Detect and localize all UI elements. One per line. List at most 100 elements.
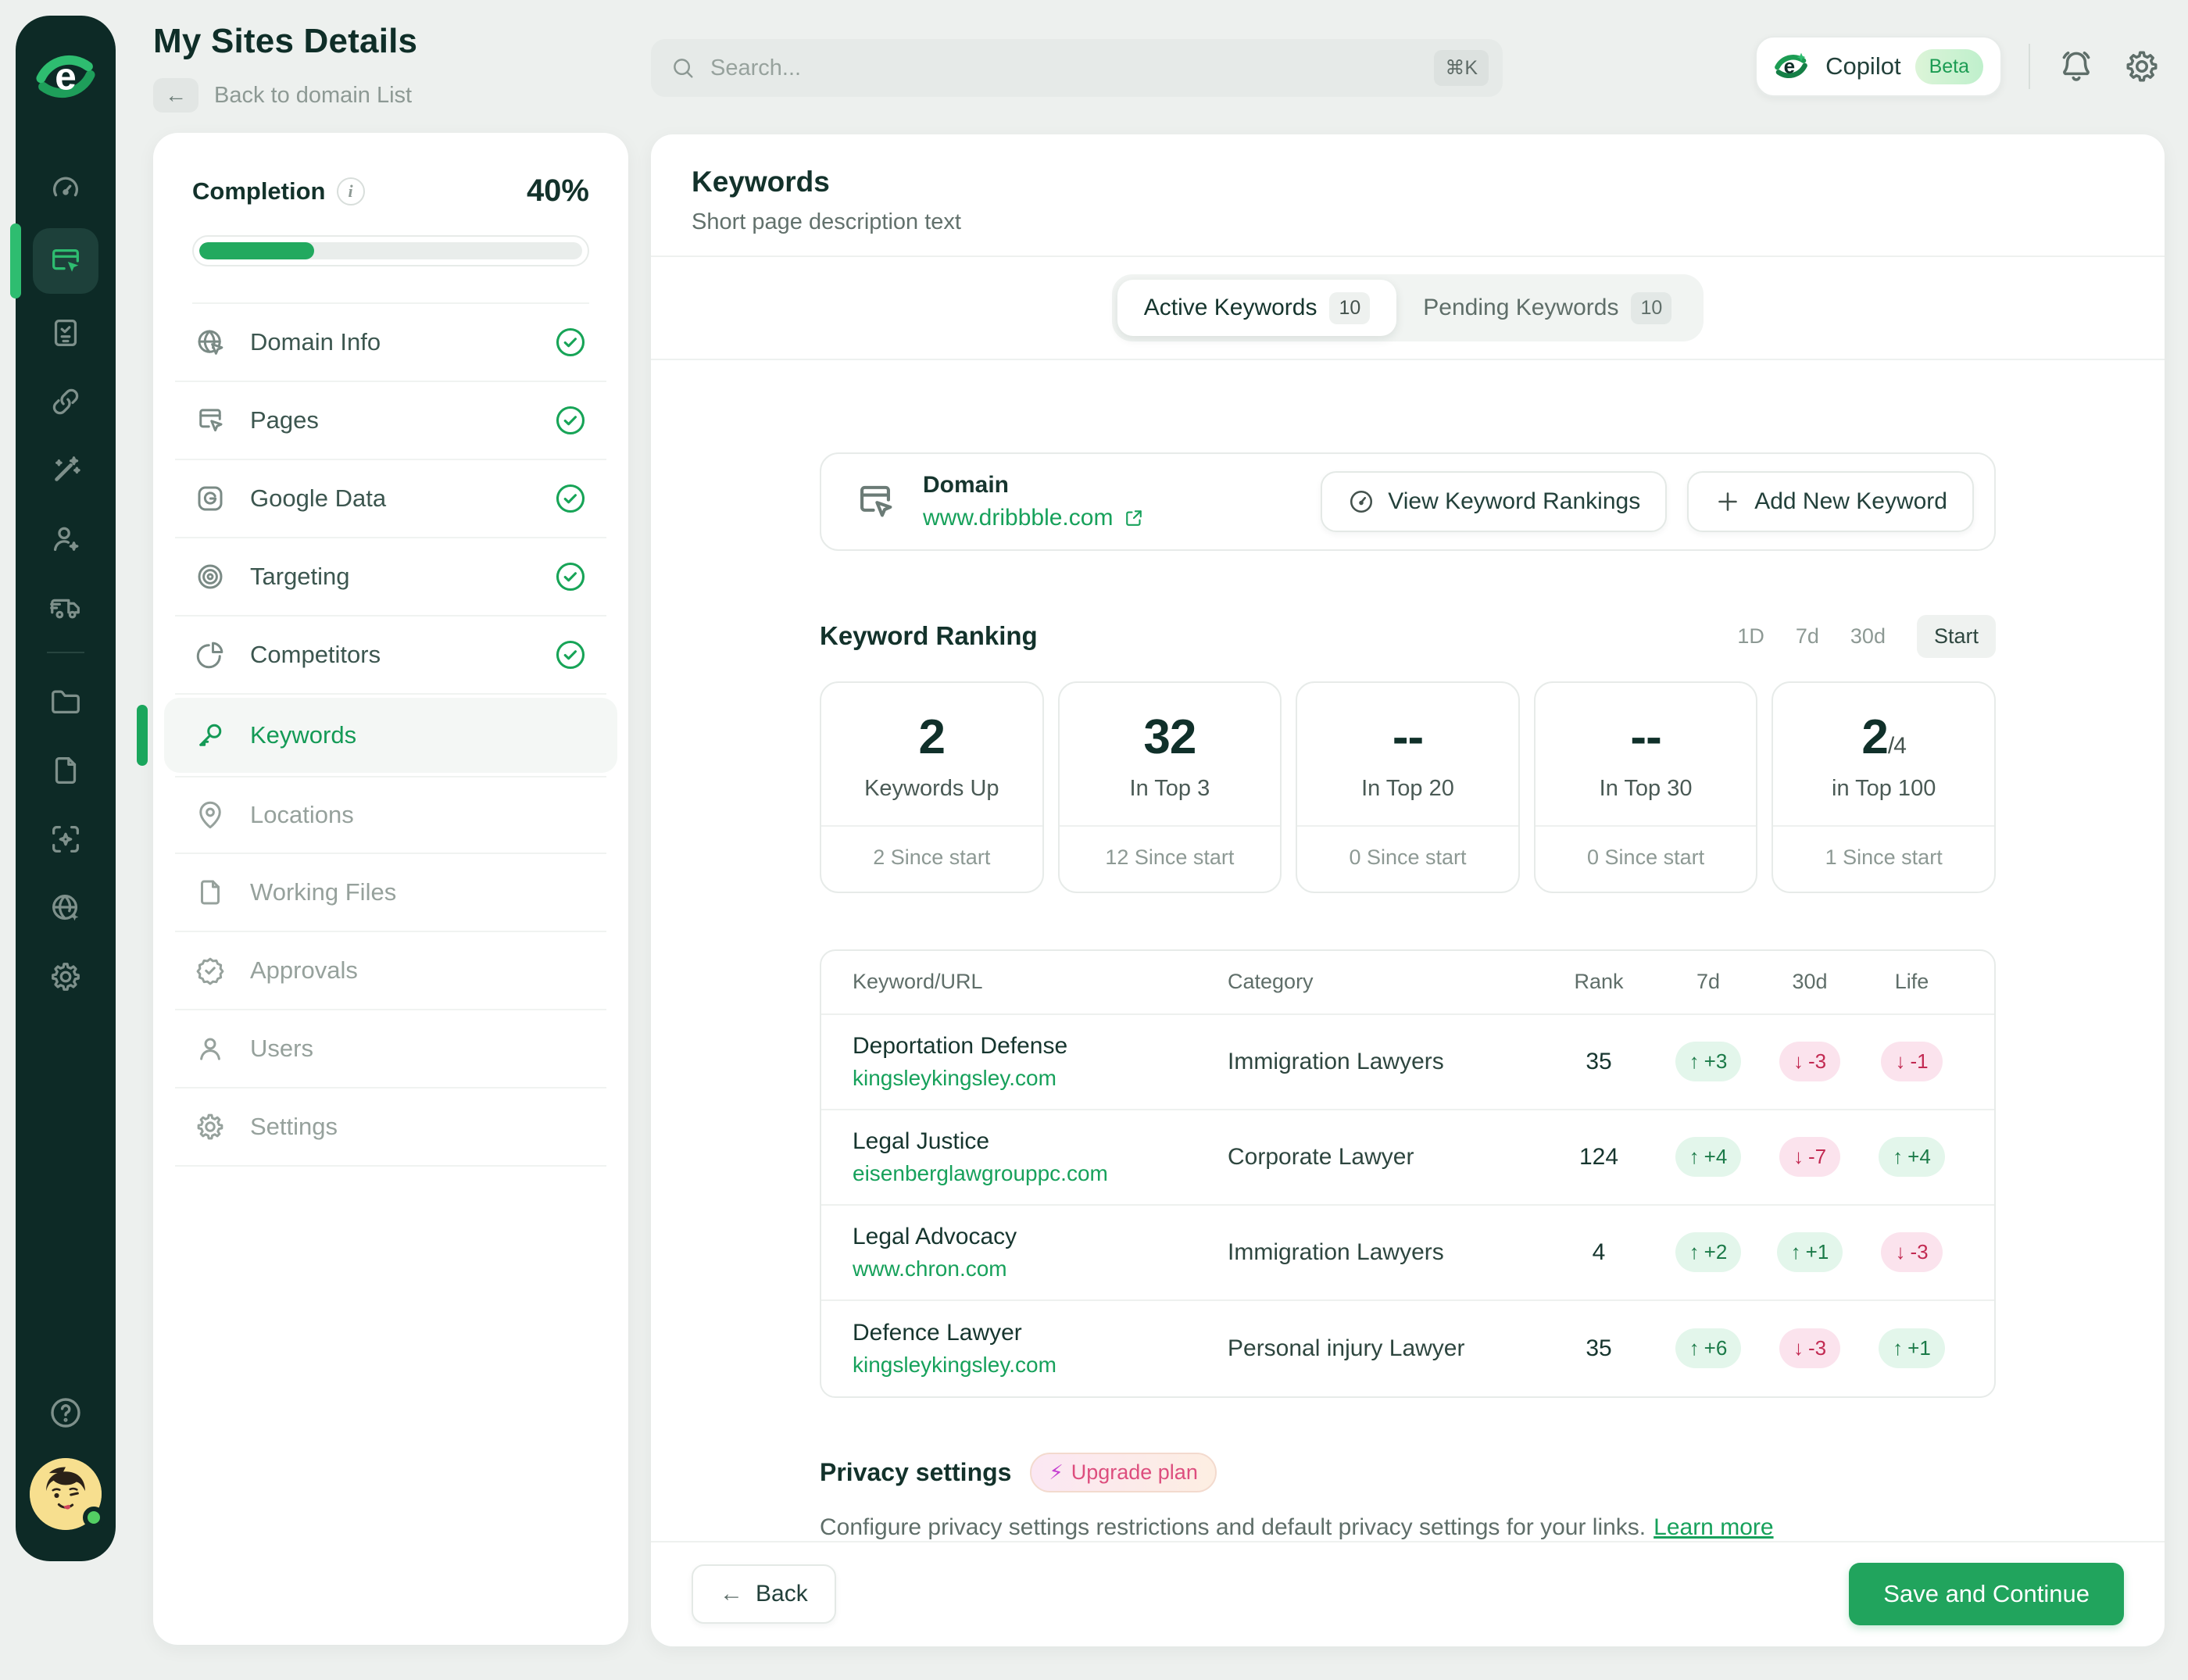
stat-in-top-20: -- In Top 20 0 Since start <box>1296 681 1520 893</box>
rail-item-add-user[interactable] <box>16 505 116 574</box>
section-subtitle: Short page description text <box>692 209 961 234</box>
rail-item-delivery[interactable] <box>16 574 116 642</box>
browser-cursor-icon <box>33 228 98 294</box>
file-icon <box>194 876 227 909</box>
search-icon <box>670 55 696 81</box>
tab-count-badge: 10 <box>1631 291 1672 324</box>
keyword-url-link[interactable]: kingsleykingsley.com <box>853 1353 1228 1378</box>
rail-item-web-ai[interactable] <box>16 874 116 942</box>
keywords-tabs: Active Keywords 10 Pending Keywords 10 <box>1111 274 1704 342</box>
view-keyword-rankings-button[interactable]: View Keyword Rankings <box>1321 470 1668 532</box>
gear-icon <box>2126 51 2158 82</box>
stat-in-top-30: -- In Top 30 0 Since start <box>1533 681 1758 893</box>
lightning-icon: ⚡ <box>1049 1460 1064 1484</box>
ranking-stats: 2 Keywords Up 2 Since start 32 In Top 3 … <box>820 681 1996 893</box>
trend-up-badge: +4 <box>1675 1137 1742 1178</box>
truck-icon <box>50 599 80 619</box>
scan-sparkle-icon <box>52 826 79 853</box>
global-search[interactable]: ⌘K <box>651 39 1503 97</box>
tab-pending-keywords[interactable]: Pending Keywords 10 <box>1396 280 1698 336</box>
sidebar-item-working-files[interactable]: Working Files <box>175 854 606 932</box>
save-and-continue-button[interactable]: Save and Continue <box>1849 1563 2124 1626</box>
back-button[interactable]: ← Back <box>692 1564 836 1625</box>
rail-active-indicator <box>10 223 21 298</box>
gauge-icon <box>1350 490 1373 513</box>
rail-item-sites[interactable] <box>10 223 116 298</box>
filter-30d[interactable]: 30d <box>1850 624 1886 649</box>
table-row[interactable]: Defence Lawyer kingsleykingsley.com Pers… <box>821 1301 1994 1396</box>
user-icon <box>194 1032 227 1065</box>
sidebar-item-targeting[interactable]: Targeting <box>175 538 606 617</box>
rail-item-magic-tools[interactable] <box>16 436 116 505</box>
app-rail: e <box>10 16 116 1561</box>
google-icon <box>194 482 227 515</box>
rail-item-tasks[interactable] <box>16 298 116 367</box>
page-title: My Sites Details <box>153 22 418 60</box>
keyword-url-link[interactable]: www.chron.com <box>853 1256 1228 1281</box>
stat-in-top-100: 2/4 in Top 100 1 Since start <box>1771 681 1996 893</box>
filter-start[interactable]: Start <box>1916 614 1996 658</box>
filter-1d[interactable]: 1D <box>1737 624 1764 649</box>
rail-item-dashboard[interactable] <box>16 155 116 223</box>
sidebar-item-pages[interactable]: Pages <box>175 382 606 460</box>
pie-chart-icon <box>194 638 227 671</box>
sidebar-item-keywords[interactable]: Keywords <box>137 698 617 773</box>
copilot-button[interactable]: e Copilot Beta <box>1755 36 2002 97</box>
check-circle-icon <box>553 559 588 594</box>
rail-item-settings[interactable] <box>16 942 116 1011</box>
stat-keywords-up: 2 Keywords Up 2 Since start <box>820 681 1044 893</box>
stat-in-top-3: 32 In Top 3 12 Since start <box>1057 681 1282 893</box>
keywords-table: Keyword/URL Category Rank 7d 30d Life De… <box>820 949 1996 1398</box>
help-button[interactable] <box>47 1394 84 1432</box>
settings-button[interactable] <box>2122 47 2161 86</box>
trend-up-badge: +1 <box>1776 1232 1843 1273</box>
notifications-button[interactable] <box>2057 47 2096 86</box>
add-new-keyword-button[interactable]: Add New Keyword <box>1687 470 1974 532</box>
key-icon <box>194 719 227 752</box>
privacy-settings-title: Privacy settings <box>820 1457 1012 1486</box>
gear-icon <box>52 963 80 991</box>
sidebar-item-locations[interactable]: Locations <box>175 776 606 854</box>
keyword-url-link[interactable]: eisenberglawgrouppc.com <box>853 1161 1228 1186</box>
site-setup-panel: Completion i 40% Domain Info Pages Googl… <box>137 133 628 1645</box>
svg-text:e: e <box>1784 55 1795 78</box>
browser-cursor-icon <box>853 479 898 524</box>
tab-active-keywords[interactable]: Active Keywords 10 <box>1117 280 1397 337</box>
trend-down-badge: -3 <box>1881 1232 1943 1273</box>
svg-text:e: e <box>55 55 77 98</box>
back-to-domain-list[interactable]: ← Back to domain List <box>153 78 417 113</box>
trend-up-badge: +4 <box>1879 1137 1945 1178</box>
copilot-label: Copilot <box>1825 52 1901 80</box>
header-divider <box>2029 44 2030 89</box>
user-avatar[interactable] <box>30 1458 105 1530</box>
sidebar-item-competitors[interactable]: Competitors <box>175 617 606 695</box>
upgrade-plan-badge[interactable]: ⚡ Upgrade plan <box>1030 1452 1217 1492</box>
sidebar-item-domain-info[interactable]: Domain Info <box>175 304 606 382</box>
table-row[interactable]: Legal Justice eisenberglawgrouppc.com Co… <box>821 1110 1994 1206</box>
search-input[interactable] <box>710 55 1421 81</box>
sidebar-item-users[interactable]: Users <box>175 1010 606 1088</box>
filter-7d[interactable]: 7d <box>1796 624 1819 649</box>
table-row[interactable]: Legal Advocacy www.chron.com Immigration… <box>821 1206 1994 1301</box>
app-logo-icon[interactable]: e <box>31 42 100 111</box>
badge-check-icon <box>194 954 227 987</box>
rail-item-folders[interactable] <box>16 667 116 736</box>
sidebar-item-google-data[interactable]: Google Data <box>175 460 606 538</box>
bell-icon <box>2062 51 2090 81</box>
sidebar-item-approvals[interactable]: Approvals <box>175 932 606 1010</box>
domain-url-link[interactable]: www.dribbble.com <box>923 505 1146 531</box>
trend-up-badge: +1 <box>1879 1328 1945 1369</box>
map-pin-icon <box>194 799 227 831</box>
keyword-url-link[interactable]: kingsleykingsley.com <box>853 1066 1228 1091</box>
info-icon[interactable]: i <box>336 177 365 206</box>
sidebar-item-settings[interactable]: Settings <box>175 1088 606 1167</box>
online-status-dot <box>83 1507 105 1528</box>
rail-item-links[interactable] <box>16 367 116 436</box>
completion-label: Completion <box>192 177 326 205</box>
back-arrow-icon[interactable]: ← <box>153 78 198 113</box>
table-row[interactable]: Deportation Defense kingsleykingsley.com… <box>821 1015 1994 1110</box>
rail-item-documents[interactable] <box>16 736 116 805</box>
check-circle-icon <box>553 481 588 516</box>
learn-more-link[interactable]: Learn more <box>1654 1514 1773 1540</box>
rail-item-ai-scan[interactable] <box>16 805 116 874</box>
